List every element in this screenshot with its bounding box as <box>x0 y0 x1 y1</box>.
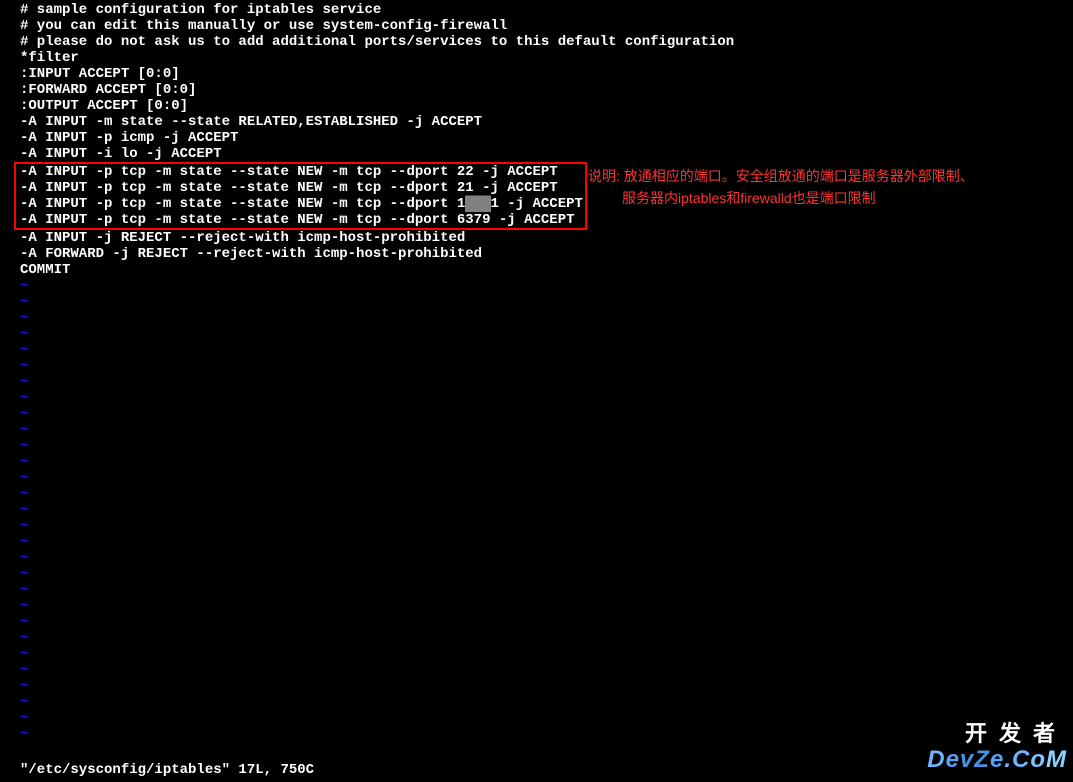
config-line: # you can edit this manually or use syst… <box>20 18 1073 34</box>
config-line-highlighted: -A INPUT -p tcp -m state --state NEW -m … <box>20 164 583 180</box>
empty-line-marker: ~ <box>20 406 1073 422</box>
empty-line-marker: ~ <box>20 438 1073 454</box>
config-line: COMMIT <box>20 262 1073 278</box>
config-line: -A INPUT -m state --state RELATED,ESTABL… <box>20 114 1073 130</box>
config-line-highlighted: -A INPUT -p tcp -m state --state NEW -m … <box>20 196 583 212</box>
watermark: 开发者 DevZe.CoM <box>927 716 1067 774</box>
empty-line-marker: ~ <box>20 678 1073 694</box>
censored-port: ███ <box>465 196 490 212</box>
annotation-text-1: 说明: 放通相应的端口。安全组放通的端口是服务器外部限制、 <box>588 166 974 186</box>
terminal-editor[interactable]: # sample configuration for iptables serv… <box>0 0 1073 742</box>
empty-line-marker: ~ <box>20 422 1073 438</box>
empty-line-marker: ~ <box>20 630 1073 646</box>
empty-line-marker: ~ <box>20 374 1073 390</box>
annotation-text-2: 服务器内iptables和firewalld也是端口限制 <box>622 188 876 208</box>
config-line: -A INPUT -i lo -j ACCEPT <box>20 146 1073 162</box>
empty-line-marker: ~ <box>20 326 1073 342</box>
config-line-highlighted: -A INPUT -p tcp -m state --state NEW -m … <box>20 180 583 196</box>
config-line: -A INPUT -p icmp -j ACCEPT <box>20 130 1073 146</box>
config-line-highlighted: -A INPUT -p tcp -m state --state NEW -m … <box>20 212 583 228</box>
empty-line-marker: ~ <box>20 582 1073 598</box>
empty-line-marker: ~ <box>20 310 1073 326</box>
watermark-text-bottom: DevZe.CoM <box>927 746 1067 774</box>
empty-line-marker: ~ <box>20 566 1073 582</box>
empty-line-marker: ~ <box>20 694 1073 710</box>
config-line: -A INPUT -j REJECT --reject-with icmp-ho… <box>20 230 1073 246</box>
config-line: # sample configuration for iptables serv… <box>20 2 1073 18</box>
empty-line-marker: ~ <box>20 390 1073 406</box>
empty-line-marker: ~ <box>20 502 1073 518</box>
config-line: *filter <box>20 50 1073 66</box>
empty-line-marker: ~ <box>20 614 1073 630</box>
config-line: :FORWARD ACCEPT [0:0] <box>20 82 1073 98</box>
config-line: :OUTPUT ACCEPT [0:0] <box>20 98 1073 114</box>
vim-status-line: "/etc/sysconfig/iptables" 17L, 750C <box>20 762 314 778</box>
empty-line-marker: ~ <box>20 710 1073 726</box>
empty-line-marker: ~ <box>20 278 1073 294</box>
empty-line-marker: ~ <box>20 454 1073 470</box>
empty-line-marker: ~ <box>20 646 1073 662</box>
empty-line-marker: ~ <box>20 486 1073 502</box>
empty-line-marker: ~ <box>20 358 1073 374</box>
empty-line-marker: ~ <box>20 534 1073 550</box>
empty-line-marker: ~ <box>20 662 1073 678</box>
watermark-text-top: 开发者 <box>927 716 1067 748</box>
empty-line-marker: ~ <box>20 726 1073 742</box>
empty-line-marker: ~ <box>20 294 1073 310</box>
config-line: :INPUT ACCEPT [0:0] <box>20 66 1073 82</box>
empty-line-marker: ~ <box>20 470 1073 486</box>
empty-line-marker: ~ <box>20 342 1073 358</box>
config-line: -A FORWARD -j REJECT --reject-with icmp-… <box>20 246 1073 262</box>
empty-line-marker: ~ <box>20 518 1073 534</box>
highlighted-rules-box: -A INPUT -p tcp -m state --state NEW -m … <box>14 162 587 230</box>
empty-line-marker: ~ <box>20 598 1073 614</box>
config-line: # please do not ask us to add additional… <box>20 34 1073 50</box>
empty-line-marker: ~ <box>20 550 1073 566</box>
